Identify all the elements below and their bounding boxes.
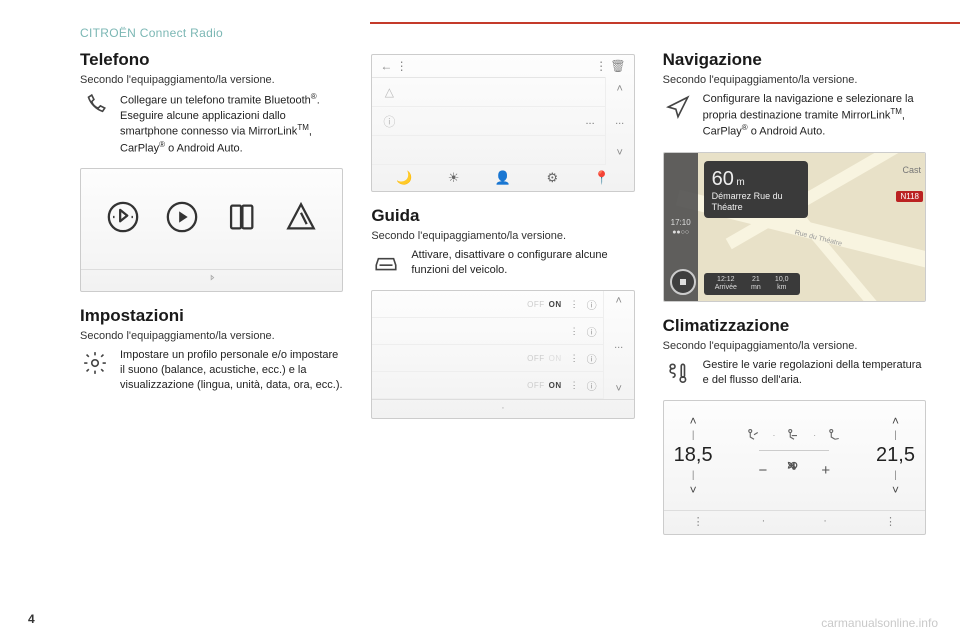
footer-dot: · xyxy=(762,515,766,528)
toggle-row[interactable]: ⋮ⓘ xyxy=(372,318,602,345)
page-number: 4 xyxy=(28,612,35,626)
fan-thermo-icon xyxy=(663,358,693,388)
androidauto-icon[interactable] xyxy=(284,200,318,239)
side-ellipsis: ... xyxy=(614,339,623,351)
nav-panel[interactable]: N118 Cast Rue du Théatre 17:10 ●●○○ 60 m… xyxy=(663,152,926,302)
phone-panel-footer xyxy=(81,269,342,291)
phone-panel xyxy=(80,168,343,292)
chevron-up-icon[interactable]: ˄ xyxy=(615,295,621,307)
footer-dot: · xyxy=(823,515,827,528)
airflow-body-icon[interactable] xyxy=(785,427,803,444)
phone-desc: Collegare un telefono tramite Bluetooth®… xyxy=(120,92,343,156)
fan-plus-button[interactable]: + xyxy=(821,462,830,479)
airflow-head-icon[interactable] xyxy=(745,427,763,444)
right-temp-control[interactable]: ˄ | 21,5 | ˅ xyxy=(876,414,915,497)
mirrorlink-icon[interactable] xyxy=(224,200,258,239)
settings-row[interactable] xyxy=(372,136,604,165)
settings-row[interactable]: △ xyxy=(372,78,604,107)
brightness-icon[interactable]: ☀ xyxy=(448,170,460,186)
nav-desc: Configurare la navigazione e selezionare… xyxy=(703,92,926,140)
nav-eta-bar: 12:12Arrivée 21mn 10,0km xyxy=(704,273,800,294)
nav-instruction-text: Démarrez Rue du Théatre xyxy=(712,191,800,213)
settings-desc: Impostare un profilo personale e/o impos… xyxy=(120,348,343,393)
triangle-icon: △ xyxy=(382,85,396,99)
right-temp-value: 21,5 xyxy=(876,443,915,468)
chevron-down-icon[interactable]: ˅ xyxy=(615,383,621,395)
bt-small-icon xyxy=(207,275,217,287)
fan-minus-button[interactable]: − xyxy=(759,462,768,479)
guida-panel-footer: · xyxy=(372,399,633,418)
nav-instruction-card: 60 m Démarrez Rue du Théatre xyxy=(704,161,808,219)
climate-desc: Gestire le varie regolazioni della tempe… xyxy=(703,358,926,388)
gear-small-icon[interactable]: ⚙ xyxy=(547,170,559,186)
settings-title: Impostazioni xyxy=(80,306,343,326)
climate-title: Climatizzazione xyxy=(663,316,926,336)
nav-distance: 60 xyxy=(712,168,734,190)
watermark: carmanualsonline.info xyxy=(821,616,938,630)
fan-icon xyxy=(783,457,805,483)
car-icon xyxy=(371,248,401,278)
phone-subnote: Secondo l'equipaggiamento/la versione. xyxy=(80,74,343,86)
chevron-up-icon[interactable]: ˄ xyxy=(616,83,622,95)
guida-subnote: Secondo l'equipaggiamento/la versione. xyxy=(371,230,634,242)
footer-menu-icon[interactable]: ⋮ xyxy=(693,515,704,528)
chevron-up-icon[interactable]: ˄ xyxy=(690,414,697,428)
airflow-feet-icon[interactable] xyxy=(826,427,844,444)
topbar-right-icons[interactable]: ⋮ 🗑 xyxy=(595,59,626,73)
toggle-row[interactable]: OFFON ⋮ⓘ xyxy=(372,372,602,399)
climate-panel: ˄ | 18,5 | ˅ · xyxy=(663,400,926,535)
toggle-row[interactable]: OFFON ⋮ⓘ xyxy=(372,345,602,372)
user-icon[interactable]: 👤 xyxy=(495,170,511,186)
chevron-down-icon[interactable]: ˅ xyxy=(616,147,622,159)
row-ellipsis: ... xyxy=(585,115,594,127)
footer-menu-icon[interactable]: ⋮ xyxy=(885,515,896,528)
bluetooth-circle-icon[interactable] xyxy=(106,200,140,239)
header-divider xyxy=(370,22,960,24)
toggle-row[interactable]: OFFON ⋮ⓘ xyxy=(372,291,602,318)
stop-button[interactable] xyxy=(670,269,696,295)
nav-arrow-icon xyxy=(663,92,693,122)
side-ellipsis: ... xyxy=(615,115,624,127)
nav-title: Navigazione xyxy=(663,50,926,70)
info-icon: ⓘ xyxy=(382,113,396,130)
chevron-up-icon[interactable]: ˄ xyxy=(892,414,899,428)
climate-subnote: Secondo l'equipaggiamento/la versione. xyxy=(663,340,926,352)
left-temp-value: 18,5 xyxy=(674,443,713,468)
chevron-down-icon[interactable]: ˅ xyxy=(690,483,697,497)
moon-icon[interactable]: 🌙 xyxy=(396,170,412,186)
phone-icon xyxy=(80,92,110,122)
nav-side-time: 17:10 xyxy=(671,218,691,227)
settings-panel: ← ⋮ ⋮ 🗑 △ ⓘ ... ˄ xyxy=(371,54,634,192)
road-badge: N118 xyxy=(896,191,923,202)
header-brand: CITROËN Connect Radio xyxy=(80,26,926,40)
guida-desc: Attivare, disattivare o configurare alcu… xyxy=(411,248,634,278)
pin-icon[interactable]: 📍 xyxy=(594,170,610,186)
play-circle-icon[interactable] xyxy=(165,200,199,239)
chevron-down-icon[interactable]: ˅ xyxy=(892,483,899,497)
nav-subnote: Secondo l'equipaggiamento/la versione. xyxy=(663,74,926,86)
settings-subnote: Secondo l'equipaggiamento/la versione. xyxy=(80,330,343,342)
map-label: Cast xyxy=(902,165,921,175)
phone-title: Telefono xyxy=(80,50,343,70)
guida-title: Guida xyxy=(371,206,634,226)
back-icon[interactable]: ← ⋮ xyxy=(380,59,407,73)
settings-row[interactable]: ⓘ ... xyxy=(372,107,604,136)
gear-icon xyxy=(80,348,110,378)
left-temp-control[interactable]: ˄ | 18,5 | ˅ xyxy=(674,414,713,497)
guida-panel: OFFON ⋮ⓘ ⋮ⓘ OFFON ⋮ⓘ OFFON ⋮ⓘ xyxy=(371,290,634,419)
